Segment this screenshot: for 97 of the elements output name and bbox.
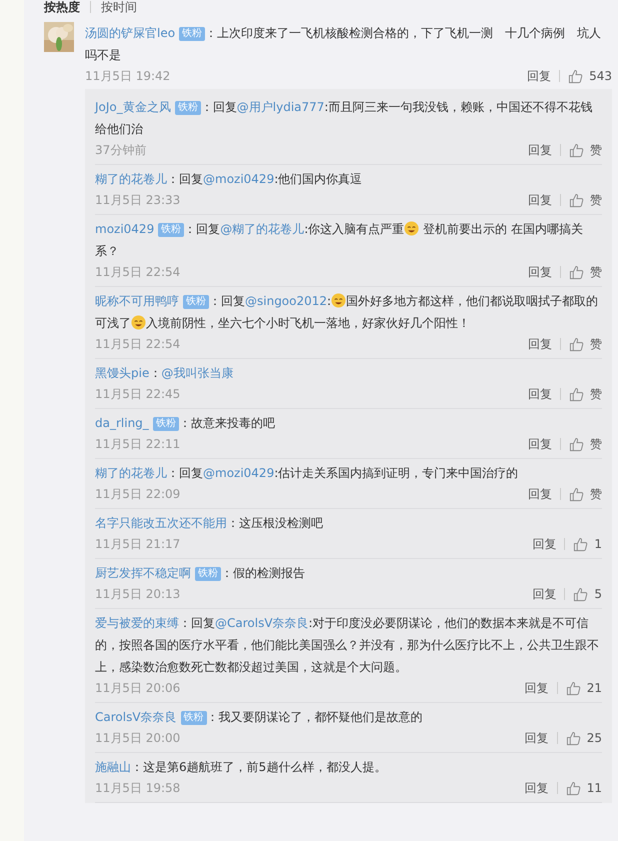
user-name[interactable]: 施融山 bbox=[95, 760, 131, 774]
like-count: 赞 bbox=[590, 142, 602, 158]
thumbs-up-icon[interactable] bbox=[569, 142, 584, 158]
user-name[interactable]: 汤圆的铲屎官leo bbox=[85, 26, 176, 40]
like-count: 11 bbox=[586, 781, 602, 795]
fan-badge: 铁粉 bbox=[183, 295, 209, 309]
reply-link[interactable]: 回复 bbox=[528, 386, 552, 402]
like-count: 赞 bbox=[590, 486, 602, 502]
emoji-icon bbox=[131, 315, 146, 330]
mention-link[interactable]: @用户lydia777 bbox=[236, 100, 324, 114]
thumbs-up-icon[interactable] bbox=[569, 336, 584, 352]
like-count: 赞 bbox=[590, 336, 602, 352]
reply-link[interactable]: 回复 bbox=[528, 486, 552, 502]
timestamp: 11月5日 20:13 bbox=[95, 586, 182, 602]
comment-text: 糊了的花卷儿：回复@mozi0429:估计走关系国内搞到证明，专门来中国治疗的 bbox=[95, 465, 520, 482]
comment-text: 糊了的花卷儿：回复@mozi0429:他们国内你真逗 bbox=[95, 171, 364, 188]
reply-link[interactable]: 回复 bbox=[532, 586, 556, 602]
comment-text: da_rling_ 铁粉 ：故意来投毒的吧 bbox=[95, 415, 276, 433]
reply-link[interactable]: 回复 bbox=[524, 780, 549, 796]
like-count: 赞 bbox=[590, 192, 602, 208]
like-count: 21 bbox=[586, 681, 602, 695]
comment-text: 昵称不可用鸭哼 铁粉 ：回复@singoo2012: 国外好多地方都这样，他们都说取咽拭子都取的可浅了 入境前阴性，坐六七个小时飞机一落地，好家伙好几个阳性！ bbox=[95, 292, 600, 332]
comment-text: JoJo_黄金之风 铁粉 ：回复@用户lydia777:而且阿三来一句我没钱，赖账，中国还不得不花钱给他们治 bbox=[95, 99, 594, 138]
mention-link[interactable]: @糊了的花卷儿 bbox=[220, 222, 304, 236]
thumbs-up-icon[interactable] bbox=[569, 486, 584, 502]
mention-link[interactable]: @CarolsV奈奈良 bbox=[215, 616, 309, 630]
user-name[interactable]: CarolsV奈奈良 bbox=[95, 710, 177, 724]
sort-tab[interactable]: 按热度 bbox=[44, 0, 80, 14]
mention-link[interactable]: @我叫张当康 bbox=[161, 366, 234, 380]
reply-link[interactable]: 回复 bbox=[527, 68, 552, 84]
user-name[interactable]: 黑馒头pie bbox=[95, 366, 150, 380]
like-count: 543 bbox=[589, 69, 612, 83]
thumbs-up-icon[interactable] bbox=[568, 68, 584, 84]
timestamp: 11月5日 21:17 bbox=[95, 536, 182, 552]
thumbs-up-icon[interactable] bbox=[569, 386, 584, 402]
comment-text: mozi0429 铁粉 ：回复@糊了的花卷儿:你这入脑有点严重 登机前要出示的 在国内哪搞关系？ bbox=[95, 220, 584, 260]
reply-link[interactable]: 回复 bbox=[528, 192, 552, 208]
user-name[interactable]: 糊了的花卷儿 bbox=[95, 172, 167, 186]
emoji-icon bbox=[331, 293, 346, 308]
user-name[interactable]: 昵称不可用鸭哼 bbox=[95, 294, 179, 308]
reply-link[interactable]: 回复 bbox=[528, 436, 552, 452]
timestamp: 11月5日 19:42 bbox=[85, 68, 172, 84]
reply-link[interactable]: 回复 bbox=[528, 142, 552, 158]
thumbs-up-icon[interactable] bbox=[569, 264, 584, 280]
user-name[interactable]: 厨艺发挥不稳定啊 bbox=[95, 566, 191, 580]
thumbs-up-icon[interactable] bbox=[566, 730, 581, 746]
mention-link[interactable]: @mozi0429 bbox=[203, 172, 274, 186]
user-name[interactable]: 糊了的花卷儿 bbox=[95, 466, 167, 480]
comment-text: 施融山：这是第6趟航班了，前5趟什么样，都没人提。 bbox=[95, 759, 388, 776]
comment-text: 黑馒头pie：@我叫张当康 bbox=[95, 365, 234, 382]
thumbs-up-icon[interactable] bbox=[573, 586, 588, 602]
like-count: 赞 bbox=[590, 436, 602, 452]
reply-link[interactable]: 回复 bbox=[528, 264, 552, 280]
comment-text: CarolsV奈奈良 铁粉 ：我又要阴谋论了，都怀疑他们是故意的 bbox=[95, 709, 424, 727]
emoji-icon bbox=[404, 221, 420, 236]
like-count: 1 bbox=[594, 537, 602, 551]
timestamp: 11月5日 20:06 bbox=[95, 680, 182, 696]
fan-badge: 铁粉 bbox=[152, 417, 179, 431]
reply-link[interactable]: 回复 bbox=[524, 730, 549, 746]
comment-text: 名字只能改五次还不能用：这压根没检测吧 bbox=[95, 515, 324, 532]
timestamp: 11月5日 22:11 bbox=[95, 436, 182, 452]
like-count: 5 bbox=[594, 587, 602, 601]
reply-link[interactable]: 回复 bbox=[528, 336, 552, 352]
thumbs-up-icon[interactable] bbox=[569, 192, 584, 208]
sort-tab[interactable]: 按时间 bbox=[101, 0, 137, 14]
thumbs-up-icon[interactable] bbox=[569, 436, 584, 452]
comment-text: 爱与被爱的束缚：回复@CarolsV奈奈良:对于印度没必要阴谋论，他们的数据本来就是不可信的，按照各国的医疗水平看，他们能比美国强么？并没有，那为什么医疗比不上，公共卫生跟不上，感染数治愈数死亡数都没超过美国，这就是个大问题。 bbox=[95, 615, 600, 676]
user-name[interactable]: JoJo_黄金之风 bbox=[95, 100, 171, 114]
comment-text: 厨艺发挥不稳定啊 铁粉 ：假的检测报告 bbox=[95, 565, 306, 583]
thumbs-up-icon[interactable] bbox=[566, 680, 581, 696]
fan-badge: 铁粉 bbox=[195, 567, 221, 581]
timestamp: 11月5日 19:58 bbox=[95, 780, 182, 796]
mention-link[interactable]: @mozi0429 bbox=[203, 466, 274, 480]
thumbs-up-icon[interactable] bbox=[573, 536, 588, 552]
like-count: 赞 bbox=[590, 264, 602, 280]
user-name[interactable]: mozi0429 bbox=[95, 222, 154, 236]
timestamp: 11月5日 22:54 bbox=[95, 264, 182, 280]
timestamp: 11月5日 22:54 bbox=[95, 336, 182, 352]
timestamp: 37分钟前 bbox=[95, 142, 148, 158]
like-count: 25 bbox=[586, 731, 602, 745]
fan-badge: 铁粉 bbox=[174, 101, 201, 115]
thumbs-up-icon[interactable] bbox=[566, 780, 581, 796]
fan-badge: 铁粉 bbox=[180, 711, 207, 725]
mention-link[interactable]: @singoo2012 bbox=[245, 294, 328, 308]
fan-badge: 铁粉 bbox=[158, 223, 184, 237]
fan-badge: 铁粉 bbox=[179, 27, 206, 41]
timestamp: 11月5日 22:09 bbox=[95, 486, 182, 502]
comment-text: 汤圆的铲屎官leo 铁粉 ：上次印度来了一飞机核酸检测合格的，下了飞机一测 十几个病例 坑人吗不是 bbox=[85, 25, 602, 64]
user-name[interactable]: 爱与被爱的束缚 bbox=[95, 616, 179, 630]
timestamp: 11月5日 23:33 bbox=[95, 192, 182, 208]
user-name[interactable]: da_rling_ bbox=[95, 416, 149, 430]
reply-link[interactable]: 回复 bbox=[524, 680, 549, 696]
timestamp: 11月5日 22:45 bbox=[95, 386, 182, 402]
reply-link[interactable]: 回复 bbox=[532, 536, 556, 552]
user-name[interactable]: 名字只能改五次还不能用 bbox=[95, 516, 227, 530]
timestamp: 11月5日 20:00 bbox=[95, 730, 182, 746]
like-count: 赞 bbox=[590, 386, 602, 402]
